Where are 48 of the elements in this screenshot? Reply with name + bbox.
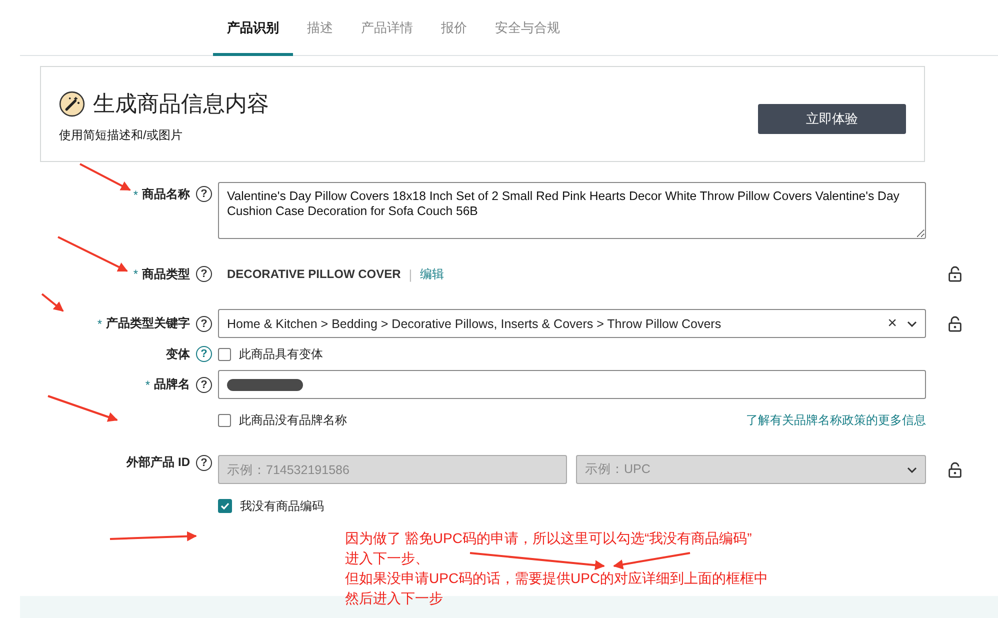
required-asterisk: * (133, 267, 138, 281)
annotation-arrow (48, 395, 118, 422)
edit-link[interactable]: 编辑 (420, 266, 444, 282)
promo-title: 生成商品信息内容 (93, 90, 269, 118)
field-label: 商品类型 (142, 266, 190, 282)
brand-policy-link[interactable]: 了解有关品牌名称政策的更多信息 (746, 412, 926, 428)
tab[interactable]: 描述 (293, 0, 347, 56)
checkbox-label: 此商品没有品牌名称 (239, 412, 347, 428)
field-label: 变体 (166, 346, 190, 362)
required-asterisk: * (97, 316, 102, 330)
annotation-text: 然后进入下一步 (345, 589, 443, 608)
checkmark-icon (220, 501, 230, 511)
separator: | (408, 266, 412, 282)
annotation-arrow (80, 163, 131, 191)
annotation-text: 进入下一步、 (345, 549, 429, 568)
required-asterisk: * (145, 378, 150, 392)
help-icon[interactable]: ? (196, 346, 212, 362)
checkbox[interactable] (218, 414, 231, 426)
chevron-down-icon (907, 466, 917, 472)
tab[interactable]: 产品识别 (213, 0, 293, 56)
try-now-button[interactable]: 立即体验 (758, 104, 906, 134)
clear-icon[interactable]: × (888, 314, 897, 332)
required-asterisk: * (133, 188, 138, 202)
tab[interactable]: 安全与合规 (481, 0, 574, 56)
item-name-field[interactable]: Valentine's Day Pillow Covers 18x18 Inch Set of 2 Small Red Pink Hearts Decor White Throw Pillow Covers Valentine's Day Cushion Case Decoration for Sofa Couch 56B (218, 182, 926, 239)
tab[interactable]: 产品详情 (347, 0, 427, 56)
type-keyword-select[interactable]: Home & Kitchen > Bedding > Decorative Pillows, Inserts & Covers > Throw Pillow Covers × (218, 309, 926, 338)
promo-subtitle: 使用简短描述和/或图片 (59, 126, 184, 144)
annotation-text: 但如果没申请UPC码的话，需要提供UPC的对应详细到上面的框框中 (345, 569, 768, 588)
annotation-text: 因为做了 豁免UPC码的申请，所以这里可以勾选“我没有商品编码” (345, 529, 752, 548)
annotation-arrow (41, 293, 64, 312)
field-label: 品牌名 (154, 376, 190, 393)
field-label: 外部产品 ID (126, 454, 190, 471)
chevron-down-icon (907, 320, 917, 326)
help-icon[interactable]: ? (196, 316, 212, 332)
checkbox-label: 我没有商品编码 (240, 498, 324, 514)
checkbox[interactable] (218, 348, 231, 360)
brand-name-field[interactable] (218, 370, 926, 399)
product-type-value: DECORATIVE PILLOW COVER (227, 267, 401, 281)
tab[interactable]: 报价 (427, 0, 481, 56)
help-icon[interactable]: ? (196, 376, 212, 392)
help-icon[interactable]: ? (196, 186, 212, 202)
annotation-arrow (58, 236, 128, 272)
help-icon[interactable]: ? (196, 266, 212, 282)
field-label: 商品名称 (142, 186, 190, 203)
magic-wand-icon (59, 90, 85, 116)
field-label: 产品类型关键字 (106, 315, 190, 332)
checkbox-label: 此商品具有变体 (239, 346, 323, 362)
